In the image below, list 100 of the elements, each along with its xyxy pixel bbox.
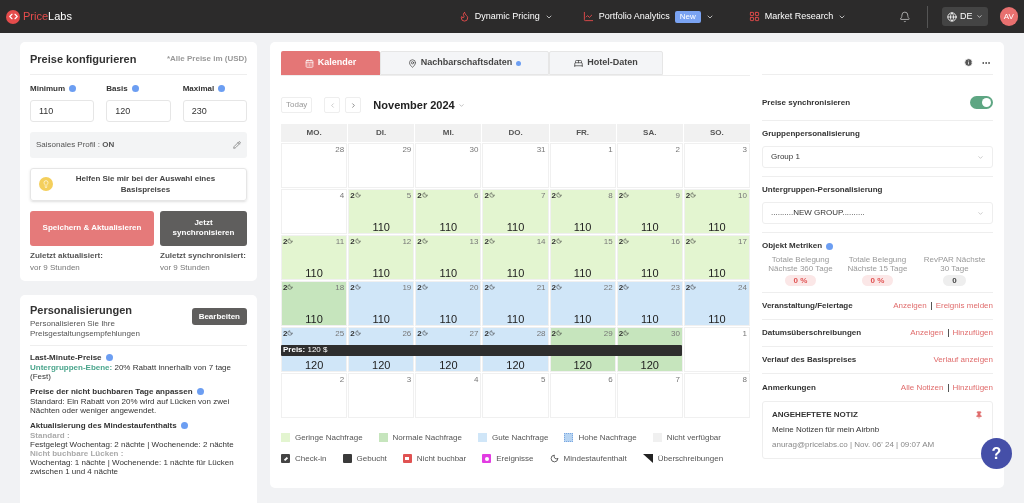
calendar-day[interactable]: 2 11 110 [281,234,348,280]
price-field[interactable]: 110 [30,99,95,122]
sync-now-button[interactable]: Jetzt synchronisieren [160,210,247,246]
dropdown-select[interactable]: ..........NEW GROUP.......... [762,202,993,224]
info-icon [196,388,204,395]
calendar-day[interactable]: 3 [683,142,750,188]
calendar-day[interactable]: 2 15 110 [549,234,616,280]
moon-icon [623,284,630,290]
price-field[interactable]: 120 [106,99,171,122]
calendar-day[interactable]: 2 14 110 [482,234,549,280]
price: 110 [640,266,660,279]
legend-label: Nicht buchbar [416,452,467,465]
setting-label: Anmerkungen [762,381,816,394]
logo[interactable]: PriceLabs [23,8,72,25]
info-icon [180,422,188,429]
notification-icon[interactable] [899,10,911,23]
info-icon[interactable] [964,58,973,67]
day-number: 16 [670,236,680,246]
calendar-day[interactable]: 2 5 110 [348,188,415,234]
nav-menu[interactable]: Market Research [748,9,847,24]
calendar-day[interactable]: 2 23 110 [616,280,683,326]
day-number: 2 [675,144,680,154]
calendar-day[interactable]: 4 [415,372,482,418]
day-number: 1 [608,144,613,154]
price: 110 [707,266,727,279]
min-stay: 2 [350,236,355,246]
price-tooltip: Preis: 120 $ [281,344,682,356]
calendar-icon [304,58,314,68]
calendar-day[interactable]: 1 [549,142,616,188]
tab[interactable]: Nachbarschaftsdaten [380,51,549,75]
event-icon [482,454,492,463]
price: 110 [640,312,660,325]
calendar-day[interactable]: 2 6 110 [415,188,482,234]
calendar-day[interactable]: 2 12 110 [348,234,415,280]
calendar-day[interactable]: 2 13 110 [415,234,482,280]
day-number: 20 [469,282,479,292]
calendar-day[interactable]: 2 9 110 [616,188,683,234]
field-label: Basis [106,82,128,95]
calendar-day[interactable]: 2 21 110 [482,280,549,326]
new-badge: New [674,10,701,23]
calendar-day[interactable]: 7 [616,372,683,418]
calendar-day[interactable]: 5 [482,372,549,418]
month-selector[interactable]: November 2024 [373,97,465,114]
card-title: Preise konfigurieren [30,52,137,67]
calendar-day[interactable]: 2 17 110 [683,234,750,280]
day-number: 1 [742,328,747,338]
edit-button[interactable]: Bearbeiten [191,308,247,325]
calendar-day[interactable]: 1 [683,326,750,372]
calendar-day[interactable]: 2 16 110 [616,234,683,280]
weekday-header: DI. [348,123,415,142]
day-number: 7 [541,190,546,200]
legend-label: Überschreibungen [657,452,724,465]
calendar-day[interactable]: 30 [415,142,482,188]
edit-icon[interactable] [233,140,241,149]
price: 120 [303,358,325,371]
setting-text: Standard: Ein Rabatt von 20% wird auf Lücken von zwei Nächten oder weniger angewendet. [30,396,231,415]
price: 110 [304,312,324,325]
calendar-day[interactable]: 3 [348,372,415,418]
moon-icon [287,238,294,244]
calendar-day[interactable]: 2 24 110 [683,280,750,326]
calendar-day[interactable]: 2 7 110 [482,188,549,234]
calendar-day[interactable]: 2 8 110 [549,188,616,234]
tab[interactable]: Hotel-Daten [549,51,663,75]
price: 120 [639,358,660,371]
calendar-day[interactable]: 28 [281,142,348,188]
moon-icon [354,192,361,198]
weekday-header: SO. [683,123,750,142]
moon-icon [287,330,294,336]
pin-icon[interactable] [975,411,983,419]
calendar-day[interactable]: 2 20 110 [415,280,482,326]
min-stay: 2 [283,282,288,292]
nav-menu[interactable]: Dynamic Pricing [458,9,553,24]
calendar-day[interactable]: 31 [482,142,549,188]
line-chart-icon [582,11,594,22]
min-stay: 2 [283,236,288,246]
calendar-day[interactable]: 2 10 110 [683,188,750,234]
caret-icon [975,13,983,20]
price-field[interactable]: 230 [182,99,247,122]
base-price-help-button[interactable]: Helfen Sie mir bei der Auswahl eines Basispreises [30,167,247,201]
price: 110 [371,312,391,325]
toggle-switch[interactable] [970,96,993,109]
calendar-day[interactable]: 29 [348,142,415,188]
calendar-day[interactable]: 2 22 110 [549,280,616,326]
price: 120 [371,358,392,371]
calendar-day[interactable]: 6 [549,372,616,418]
min-stay: 2 [350,328,355,338]
seasonal-profile-text: Saisonales Profil : ON [36,138,115,151]
dropdown-select[interactable]: Group 1 [762,146,993,168]
calendar-day[interactable]: 8 [683,372,750,418]
card-title: Personalisierungen [30,303,134,318]
nav-menu[interactable]: Portfolio Analytics New [582,9,714,24]
calendar-day[interactable]: 2 [616,142,683,188]
price: 110 [371,220,391,233]
day-number: 9 [675,190,680,200]
calendar-day[interactable]: 4 [281,188,348,234]
language-selector[interactable]: DE [942,6,988,27]
price: 110 [572,312,593,325]
calendar-day[interactable]: 2 19 110 [348,280,415,326]
calendar-day[interactable]: 2 18 110 [281,280,348,326]
calendar-day[interactable]: 2 [281,372,348,418]
